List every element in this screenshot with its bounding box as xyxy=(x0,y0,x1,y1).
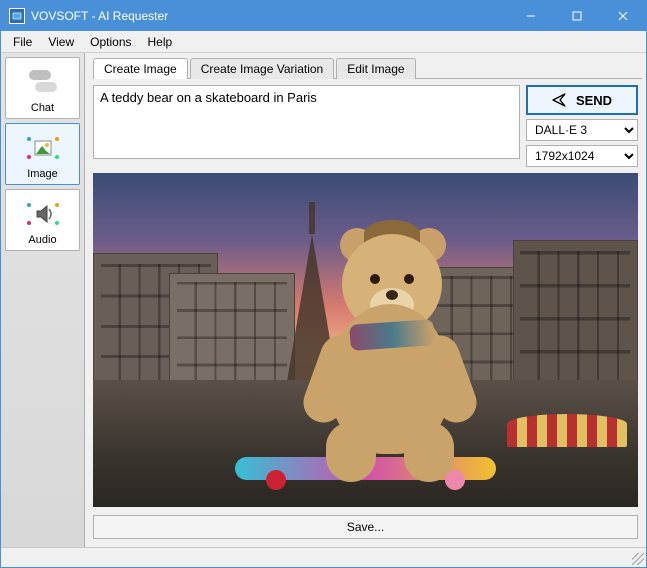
size-select[interactable]: 1792x1024 xyxy=(526,145,638,167)
save-button[interactable]: Save... xyxy=(93,515,638,539)
window-title: VOVSOFT - AI Requester xyxy=(31,9,508,23)
generated-image xyxy=(93,173,638,507)
close-button[interactable] xyxy=(600,1,646,31)
sidebar-chat-button[interactable]: Chat xyxy=(5,57,80,119)
minimize-button[interactable] xyxy=(508,1,554,31)
tab-bar: Create Image Create Image Variation Edit… xyxy=(85,53,646,78)
tab-create-image[interactable]: Create Image xyxy=(93,58,188,79)
sidebar-audio-label: Audio xyxy=(28,234,56,246)
prompt-input[interactable]: A teddy bear on a skateboard in Paris xyxy=(93,85,520,159)
chat-icon xyxy=(21,64,65,100)
title-bar: VOVSOFT - AI Requester xyxy=(1,1,646,31)
sidebar: Chat Image xyxy=(1,53,85,547)
menu-file[interactable]: File xyxy=(5,33,40,51)
sidebar-image-button[interactable]: Image xyxy=(5,123,80,185)
status-bar xyxy=(1,547,646,567)
send-label: SEND xyxy=(576,93,612,108)
send-icon xyxy=(552,93,566,107)
sidebar-audio-button[interactable]: Audio xyxy=(5,189,80,251)
menu-view[interactable]: View xyxy=(40,33,82,51)
menu-options[interactable]: Options xyxy=(82,33,139,51)
image-icon xyxy=(21,130,65,166)
menu-help[interactable]: Help xyxy=(140,33,181,51)
audio-icon xyxy=(21,196,65,232)
menu-bar: File View Options Help xyxy=(1,31,646,53)
app-icon xyxy=(9,8,25,24)
tab-edit-image[interactable]: Edit Image xyxy=(336,58,415,79)
model-select[interactable]: DALL·E 3 xyxy=(526,119,638,141)
maximize-button[interactable] xyxy=(554,1,600,31)
send-button[interactable]: SEND xyxy=(526,85,638,115)
sidebar-image-label: Image xyxy=(27,168,58,180)
sidebar-chat-label: Chat xyxy=(31,102,54,114)
tab-create-variation[interactable]: Create Image Variation xyxy=(190,58,335,79)
